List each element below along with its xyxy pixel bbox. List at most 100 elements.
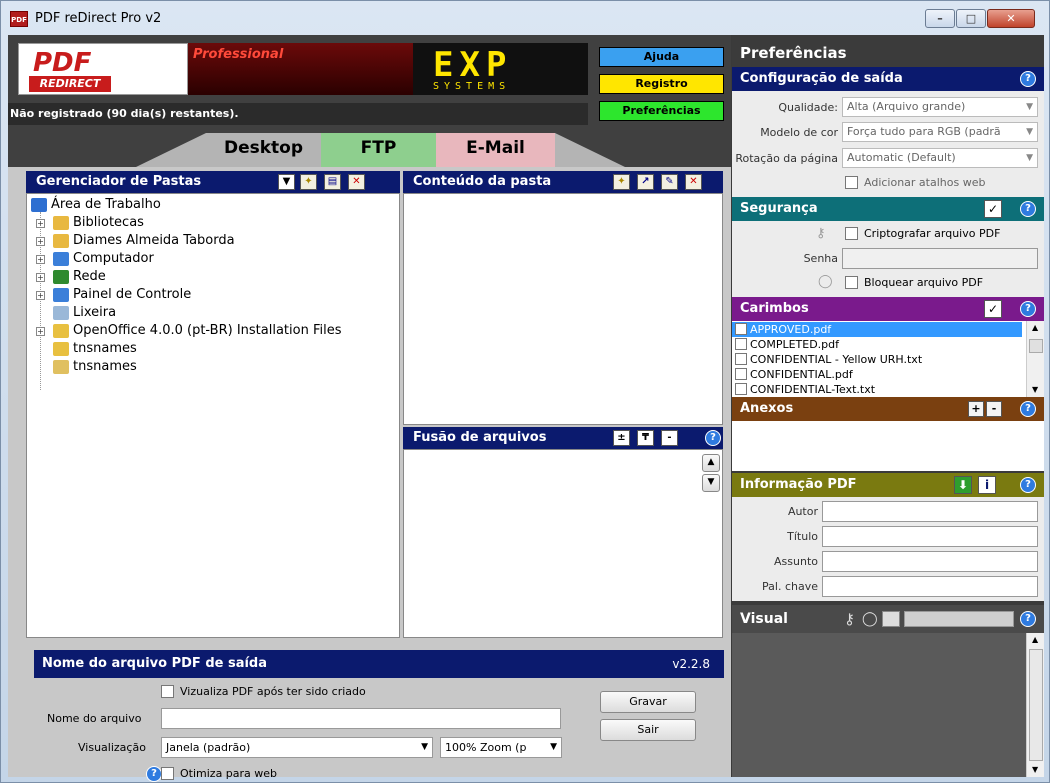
remove-attachment-button[interactable]: - [986, 401, 1002, 417]
tree-item[interactable]: tnsnames [27, 340, 399, 358]
tree-item[interactable]: Lixeira [27, 304, 399, 322]
optimize-web-checkbox[interactable] [161, 767, 174, 780]
stamp-checkbox[interactable] [735, 338, 747, 350]
scroll-thumb[interactable] [1029, 339, 1043, 353]
minimize-button[interactable]: – [925, 9, 955, 28]
tab-desktop[interactable]: Desktop [206, 133, 321, 167]
tree-item[interactable]: + Diames Almeida Taborda [27, 232, 399, 250]
import-info-icon[interactable]: ⬇ [954, 476, 972, 494]
web-shortcuts-checkbox[interactable] [845, 176, 858, 189]
scroll-down-icon[interactable]: ▼ [1032, 765, 1038, 774]
color-model-select[interactable]: Força tudo para RGB (padrã ▼ [842, 122, 1038, 142]
visual-help-icon[interactable]: ? [1020, 611, 1036, 627]
stamps-scrollbar[interactable]: ▲ ▼ [1026, 321, 1044, 397]
scroll-down-icon[interactable]: ▼ [1032, 385, 1038, 394]
title-input[interactable] [822, 526, 1038, 547]
output-config-help-icon[interactable]: ? [1020, 71, 1036, 87]
tree-item[interactable]: + Computador [27, 250, 399, 268]
stamp-list-item[interactable]: CONFIDENTIAL - Yellow URH.txt [732, 352, 1022, 367]
add-attachment-button[interactable]: + [968, 401, 984, 417]
attachments-list[interactable] [732, 421, 1044, 471]
help-button[interactable]: Ajuda [599, 47, 724, 67]
expand-icon[interactable]: + [36, 255, 45, 264]
stamps-help-icon[interactable]: ? [1020, 301, 1036, 317]
pdf-info-help-icon[interactable]: ? [1020, 477, 1036, 493]
rename-folder-icon[interactable]: ▤ [324, 174, 341, 190]
save-button[interactable]: Gravar [600, 691, 696, 713]
keywords-input[interactable] [822, 576, 1038, 597]
maximize-button[interactable]: □ [956, 9, 986, 28]
scroll-thumb[interactable] [1029, 649, 1043, 761]
folder-tree[interactable]: Área de Trabalho + Bibliotecas + Diames Alme… [26, 193, 400, 638]
view-select[interactable]: Janela (padrão) ▼ [161, 737, 433, 758]
merge-add-icon[interactable]: ± [613, 430, 630, 446]
preferences-button[interactable]: Preferências [599, 101, 724, 121]
filename-input[interactable] [161, 708, 561, 729]
merge-remove-icon[interactable]: - [661, 430, 678, 446]
add-file-icon[interactable]: ✦ [613, 174, 630, 190]
expand-icon[interactable]: + [36, 273, 45, 282]
visual-scrollbar[interactable]: ▲ ▼ [1026, 633, 1044, 777]
stamp-checkbox[interactable] [735, 368, 747, 380]
scroll-up-icon[interactable]: ▲ [1032, 635, 1038, 644]
tab-ftp[interactable]: FTP [321, 133, 436, 167]
expand-icon[interactable]: + [36, 219, 45, 228]
encrypt-checkbox[interactable] [845, 227, 858, 240]
expand-icon[interactable]: + [36, 237, 45, 246]
dropdown-icon[interactable]: ▼ [278, 174, 295, 190]
new-folder-icon[interactable]: ✦ [300, 174, 317, 190]
tree-item[interactable]: + Bibliotecas [27, 214, 399, 232]
stamp-list-item[interactable]: CONFIDENTIAL-Text.txt [732, 382, 1022, 397]
stamp-checkbox[interactable] [735, 383, 747, 395]
output-config-title: Configuração de saída [740, 71, 903, 86]
expand-icon[interactable]: + [36, 327, 45, 336]
stamp-checkbox[interactable] [735, 323, 747, 335]
stamps-enable-checkbox[interactable]: ✓ [984, 300, 1002, 318]
stamp-checkbox[interactable] [735, 353, 747, 365]
merge-list[interactable]: ▲ ▼ [403, 449, 723, 638]
register-button[interactable]: Registro [599, 74, 724, 94]
tree-item[interactable]: + Rede [27, 268, 399, 286]
view-after-checkbox[interactable] [161, 685, 174, 698]
security-help-icon[interactable]: ? [1020, 201, 1036, 217]
open-file-icon[interactable]: ↗ [637, 174, 654, 190]
info-icon[interactable]: i [978, 476, 996, 494]
lock-pdf-checkbox[interactable] [845, 276, 858, 289]
tree-item[interactable]: Área de Trabalho [27, 196, 399, 214]
tree-item[interactable]: tnsnames [27, 358, 399, 376]
scroll-up-icon[interactable]: ▲ [1032, 323, 1038, 332]
merge-move-icon[interactable]: ₸ [637, 430, 654, 446]
folder-content-list[interactable] [403, 193, 723, 425]
stamp-list-item[interactable]: APPROVED.pdf [732, 322, 1022, 337]
merge-scroll-down-icon[interactable]: ▼ [702, 474, 720, 492]
output-help-icon[interactable]: ? [146, 766, 162, 782]
merge-help-icon[interactable]: ? [705, 430, 721, 446]
zoom-select[interactable]: 100% Zoom (p ▼ [440, 737, 562, 758]
stamp-list-item[interactable]: CONFIDENTIAL.pdf [732, 367, 1022, 382]
delete-file-icon[interactable]: ✕ [685, 174, 702, 190]
quality-value: Alta (Arquivo grande) [847, 100, 966, 113]
expand-icon[interactable]: + [36, 291, 45, 300]
title-bar[interactable]: PDF PDF reDirect Pro v2 – □ ✕ [1, 1, 1050, 35]
merge-scroll-up-icon[interactable]: ▲ [702, 454, 720, 472]
security-enable-checkbox[interactable]: ✓ [984, 200, 1002, 218]
delete-folder-icon[interactable]: ✕ [348, 174, 365, 190]
stamps-list[interactable]: APPROVED.pdf COMPLETED.pdf CONFIDENTIAL - … [732, 321, 1044, 397]
quality-select[interactable]: Alta (Arquivo grande) ▼ [842, 97, 1038, 117]
chevron-down-icon: ▼ [1026, 153, 1033, 163]
exit-button[interactable]: Sair [600, 719, 696, 741]
close-button[interactable]: ✕ [987, 9, 1035, 28]
edit-file-icon[interactable]: ✎ [661, 174, 678, 190]
password-input[interactable] [842, 248, 1038, 269]
progress-bar [904, 611, 1014, 627]
stamp-list-item[interactable]: COMPLETED.pdf [732, 337, 1022, 352]
attachments-help-icon[interactable]: ? [1020, 401, 1036, 417]
author-input[interactable] [822, 501, 1038, 522]
preferences-panel: Preferências Configuração de saída ? Qua… [732, 35, 1044, 777]
subject-input[interactable] [822, 551, 1038, 572]
tab-email[interactable]: E-Mail [436, 133, 555, 167]
tree-item[interactable]: + Painel de Controle [27, 286, 399, 304]
rotation-select[interactable]: Automatic (Default) ▼ [842, 148, 1038, 168]
quality-label: Qualidade: [778, 101, 838, 114]
tree-item[interactable]: + OpenOffice 4.0.0 (pt-BR) Installation F… [27, 322, 399, 340]
